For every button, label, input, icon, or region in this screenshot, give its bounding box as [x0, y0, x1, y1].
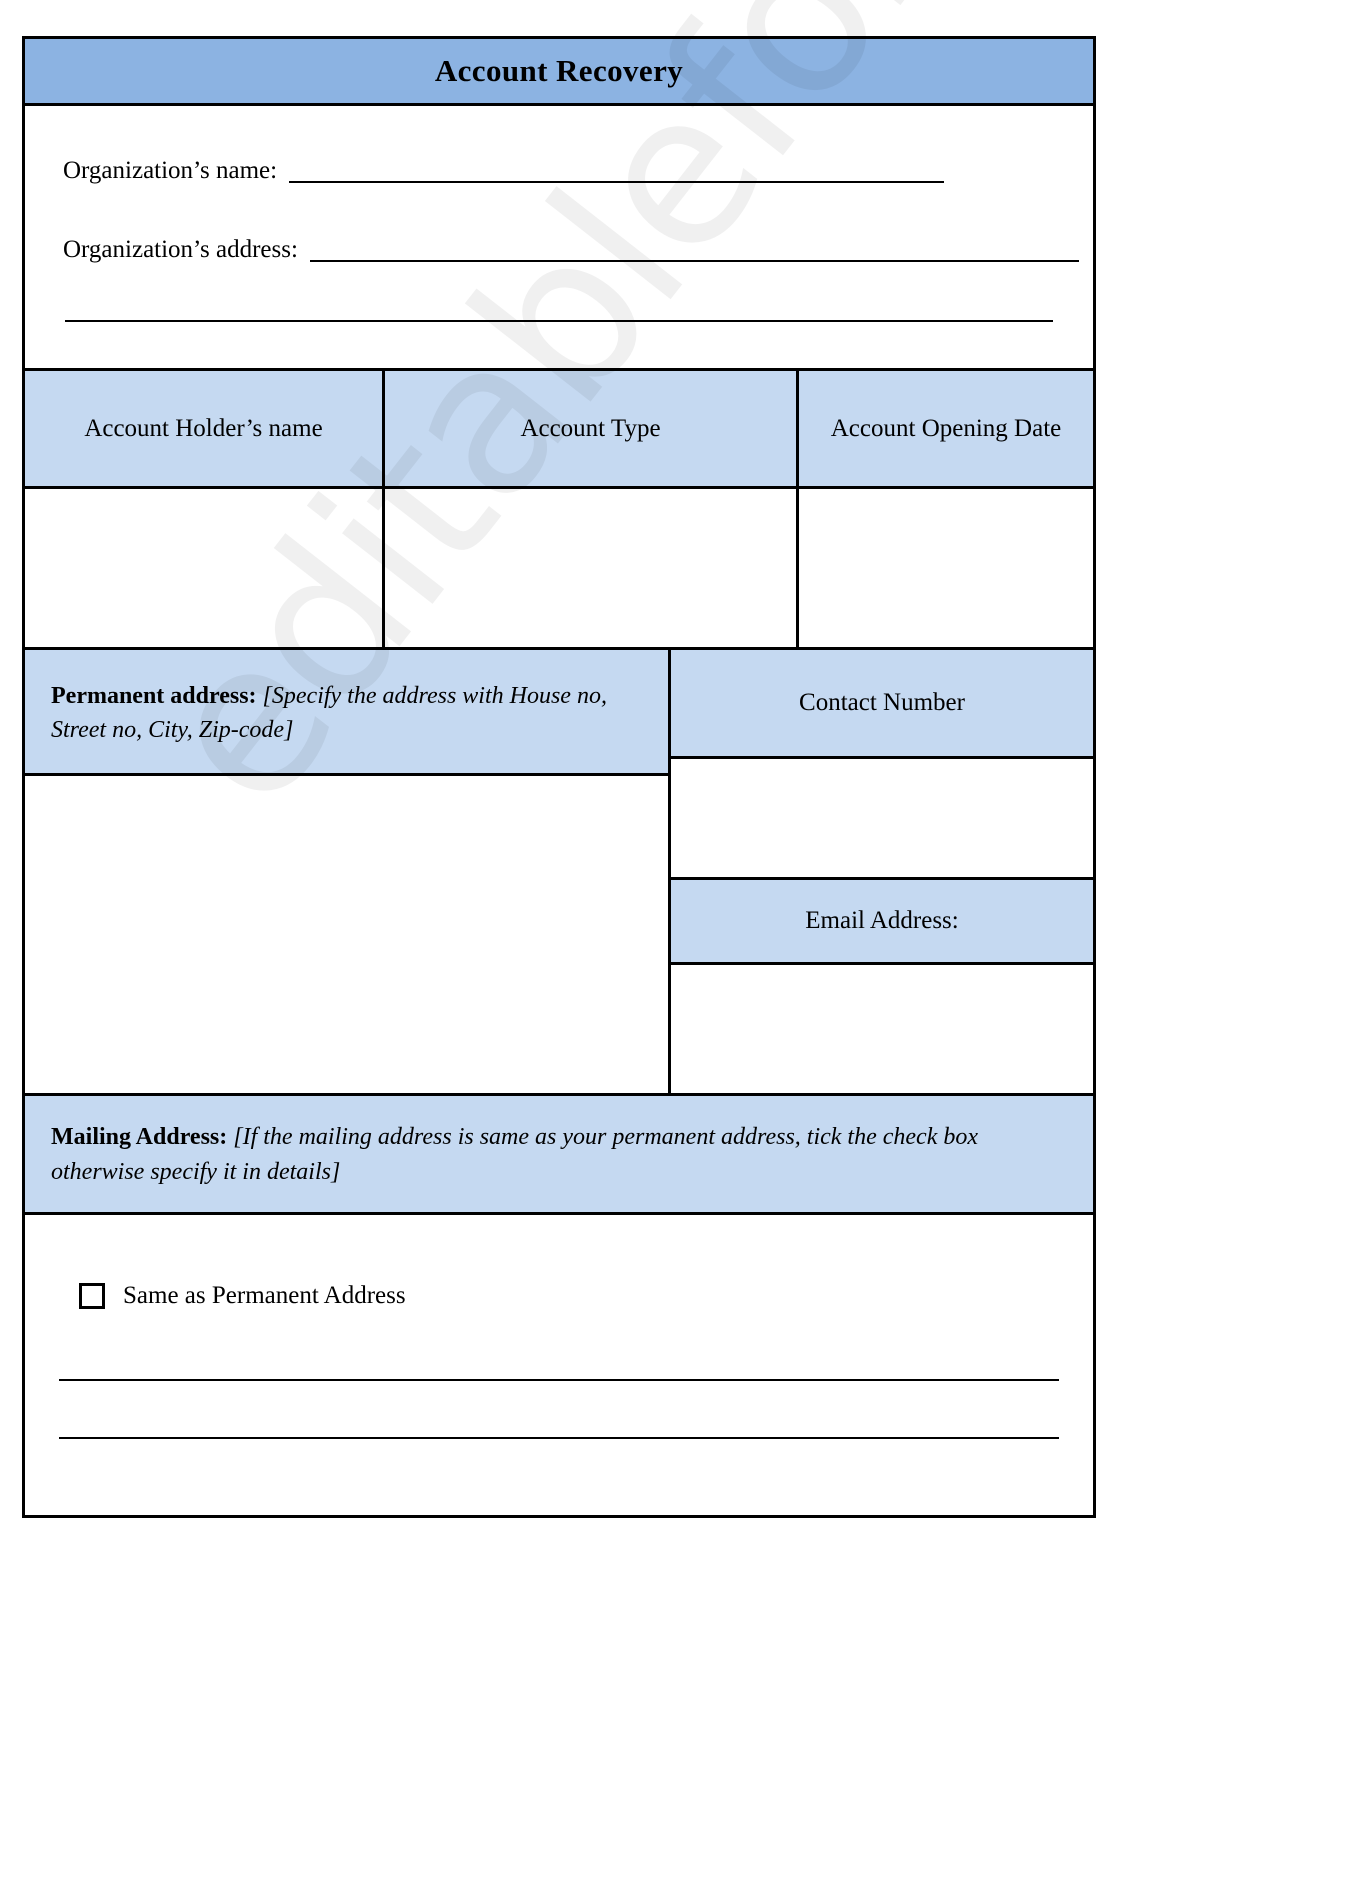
account-cell-holder-name[interactable]	[25, 489, 382, 647]
organization-name-row: Organization’s name:	[25, 158, 1093, 183]
contact-number-input[interactable]	[671, 759, 1093, 880]
account-table: Account Holder’s name Account Type Accou…	[25, 371, 1093, 650]
email-address-input[interactable]	[671, 965, 1093, 1093]
mailing-address-header: Mailing Address: [If the mailing address…	[25, 1096, 1093, 1215]
account-table-header-opening-date: Account Opening Date	[799, 371, 1093, 489]
form-page: editableforms.com Account Recovery Organ…	[0, 0, 1348, 1896]
same-as-permanent-address-label: Same as Permanent Address	[123, 1282, 406, 1310]
mailing-address-label: Mailing Address:	[51, 1124, 228, 1150]
account-table-header-holder-name: Account Holder’s name	[25, 371, 382, 489]
contact-column: Contact Number Email Address:	[671, 650, 1093, 1093]
account-table-header-type: Account Type	[385, 371, 796, 489]
page-title: Account Recovery	[434, 53, 684, 88]
organization-address-input-line2[interactable]	[65, 316, 1053, 322]
account-column-type: Account Type	[385, 371, 799, 647]
same-as-permanent-address-row[interactable]: Same as Permanent Address	[25, 1282, 1093, 1310]
permanent-address-label: Permanent address:	[51, 683, 257, 709]
form-title-bar: Account Recovery	[25, 39, 1093, 106]
account-cell-opening-date[interactable]	[799, 489, 1093, 647]
organization-address-label: Organization’s address:	[63, 236, 298, 263]
same-as-permanent-address-checkbox[interactable]	[79, 1282, 105, 1309]
organization-name-label: Organization’s name:	[63, 157, 278, 184]
organization-name-input[interactable]	[289, 175, 945, 183]
permanent-address-input[interactable]	[25, 776, 668, 1041]
account-cell-type[interactable]	[385, 489, 796, 647]
account-column-holder-name: Account Holder’s name	[25, 371, 385, 647]
account-column-opening-date: Account Opening Date	[799, 371, 1093, 647]
organization-address-input[interactable]	[309, 254, 1079, 262]
form-frame: Account Recovery Organization’s name: Or…	[22, 36, 1096, 1518]
contact-number-header: Contact Number	[671, 650, 1093, 759]
mailing-address-input-line2[interactable]	[59, 1433, 1059, 1439]
organization-address-row: Organization’s address:	[25, 237, 1093, 262]
permanent-address-column: Permanent address: [Specify the address …	[25, 650, 671, 1093]
email-address-header: Email Address:	[671, 880, 1093, 965]
mailing-address-body: Same as Permanent Address	[25, 1214, 1093, 1515]
mailing-address-input-line1[interactable]	[59, 1375, 1059, 1381]
address-contact-section: Permanent address: [Specify the address …	[25, 650, 1093, 1096]
organization-section: Organization’s name: Organization’s addr…	[25, 106, 1093, 371]
permanent-address-header: Permanent address: [Specify the address …	[25, 650, 668, 777]
